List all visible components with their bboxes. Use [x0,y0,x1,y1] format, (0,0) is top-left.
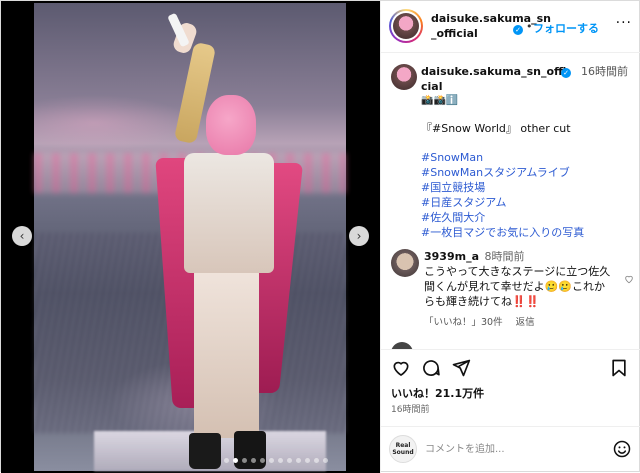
caption-hashtags: #SnowMan #SnowManスタジアムライブ #国立競技場 #日産スタジア… [421,150,631,240]
verified-badge-icon: ✓ [561,68,571,78]
carousel-dot[interactable] [269,458,274,463]
comment-header: 3939m_a 8時間前 [424,249,525,264]
comments-scroll-area[interactable]: daisuke.sakuma_sn_official ✓ 16時間前 📸📸ℹ️ … [381,54,640,349]
chevron-right-icon: › [356,229,362,243]
carousel-dot[interactable] [278,458,283,463]
carousel-dot[interactable] [323,458,328,463]
header-separator: • [526,20,533,33]
media-viewer: ‹ › [1,1,380,473]
carousel-dot[interactable] [233,458,238,463]
caption-username[interactable]: daisuke.sakuma_sn_official [421,64,571,94]
chevron-left-icon: ‹ [19,229,25,243]
caption-text: 『#Snow World』 other cut [421,122,571,135]
carousel-dot[interactable] [287,458,292,463]
post-sidebar: daisuke.sakuma_sn_official ✓ • フォローする ··… [380,1,640,473]
carousel-prev-button[interactable]: ‹ [12,226,32,246]
carousel-dot[interactable] [296,458,301,463]
share-icon[interactable] [451,358,471,378]
reply-button[interactable]: 返信 [516,317,535,328]
verified-badge-icon: ✓ [513,25,523,35]
legs [194,268,259,438]
post-date[interactable]: 16時間前 [391,402,429,415]
hashtag-link[interactable]: #一枚目マジでお気に入りの写真 [421,225,631,240]
carousel-next-button[interactable]: › [349,226,369,246]
comment-likes-count[interactable]: 「いいね！」30件 [424,317,503,328]
post-photo[interactable] [34,3,346,471]
avatar [393,13,419,39]
emoji-icon[interactable] [612,439,632,459]
pink-hair-head [206,95,256,155]
caption-emojis: 📸📸ℹ️ [421,95,459,106]
carousel-dot[interactable] [260,458,265,463]
badge-line: Sound [392,449,414,456]
follow-button[interactable]: フォローする [533,20,599,36]
carousel-dot[interactable] [314,458,319,463]
carousel-dot[interactable] [251,458,256,463]
comment-input[interactable] [425,439,595,459]
caption-time[interactable]: 16時間前 [581,64,631,79]
torso [184,153,274,273]
carousel-dot[interactable] [242,458,247,463]
action-bar: いいね！21.1万件 16時間前 [381,349,640,419]
comment-heart-icon[interactable] [624,274,634,287]
bookmark-icon[interactable] [609,358,629,378]
carousel-dot[interactable] [224,458,229,463]
comment-meta: 「いいね！」30件 返信 [424,314,535,328]
post-header: daisuke.sakuma_sn_official ✓ • フォローする ··… [381,1,640,53]
real-sound-badge: Real Sound [389,435,417,463]
boot-right [234,431,266,469]
carousel-dots [224,458,328,463]
boot-left [189,433,221,469]
more-options-icon[interactable]: ··· [616,15,632,31]
hashtag-link[interactable]: #SnowManスタジアムライブ [421,165,631,180]
heart-icon[interactable] [391,358,411,378]
commenter-username[interactable]: 3939m_a [424,250,479,263]
badge-line: Real [395,442,411,449]
caption-avatar[interactable] [391,64,417,90]
performer-figure [34,3,346,471]
next-comment-avatar[interactable] [391,342,413,349]
comment-icon[interactable] [421,358,441,378]
comment-text: こうやって大きなステージに立つ佐久間くんが見れて幸せだよ🥲🥲これからも輝き続けて… [424,265,611,308]
story-ring-avatar[interactable] [389,9,423,43]
post-modal: ‹ › daisuke.sakuma_sn_official ✓ • フォローす… [0,0,640,473]
hashtag-link[interactable]: #日産スタジアム [421,195,631,210]
hashtag-link[interactable]: #国立競技場 [421,180,631,195]
comment-time[interactable]: 8時間前 [485,250,525,263]
carousel-dot[interactable] [305,458,310,463]
hashtag-link[interactable]: #SnowMan [421,150,631,165]
commenter-avatar[interactable] [391,249,419,277]
comment-composer: Real Sound [381,426,640,473]
likes-count[interactable]: いいね！21.1万件 [391,385,484,401]
hashtag-link[interactable]: #佐久間大介 [421,210,631,225]
